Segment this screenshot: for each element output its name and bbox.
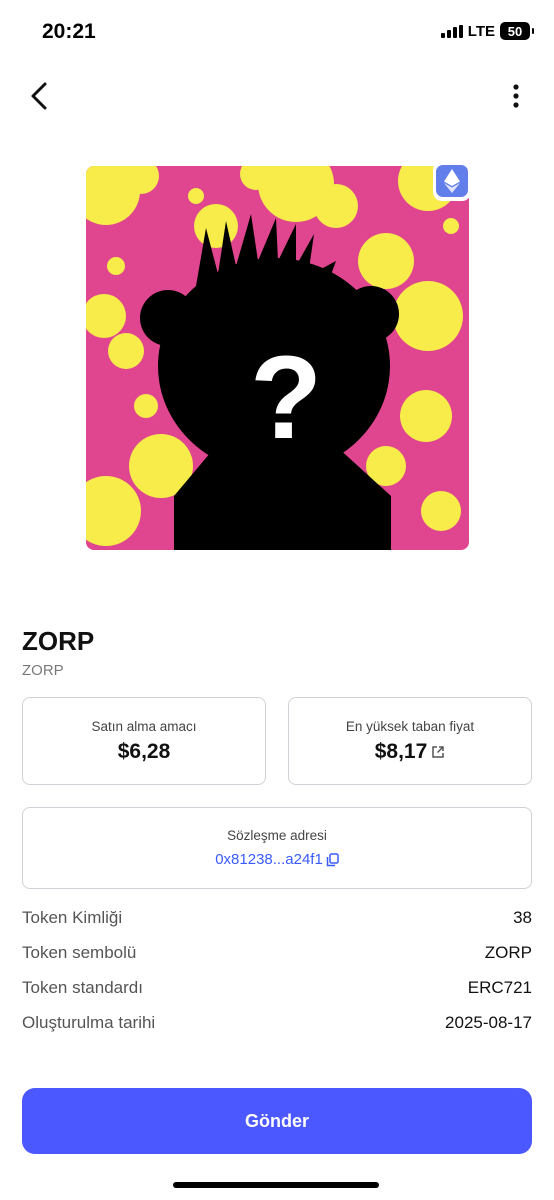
floor-label: En yüksek taban fiyat [345,718,475,734]
copy-icon[interactable] [326,852,339,867]
detail-row-created-date: Oluşturulma tarihi 2025-08-17 [22,1013,532,1033]
status-indicators: LTE 50 [440,22,534,40]
token-title: ZORP [22,626,95,656]
purchase-label: Satın alma amacı [91,718,197,734]
send-button[interactable]: Gönder [22,1088,532,1154]
status-bar: 20:21 LTE 50 [0,0,554,66]
ethereum-icon [436,165,468,197]
chevron-left-icon [31,82,47,110]
back-button[interactable] [24,80,56,112]
contract-address[interactable]: 0x81238...a24f1 [215,851,339,868]
question-mark: ? [250,332,322,464]
contract-card: Sözleşme adresi 0x81238...a24f1 [22,807,532,889]
battery-icon: 50 [500,22,534,40]
detail-row-token-id: Token Kimliği 38 [22,908,532,928]
home-indicator [173,1182,379,1188]
status-time: 20:21 [42,20,96,43]
more-vertical-icon [513,84,519,108]
detail-value: ZORP [484,943,532,962]
detail-label: Token standardı [22,978,143,997]
nft-image[interactable]: ? [86,166,469,550]
contract-label: Sözleşme adresi [227,828,327,843]
network-type: LTE [467,22,495,40]
detail-value: 2025-08-17 [445,1013,532,1032]
nft-artwork: ? [86,166,469,550]
external-link-icon[interactable] [431,745,445,759]
token-subtitle: ZORP [22,662,64,679]
more-options-button[interactable] [504,82,528,112]
contract-address-text: 0x81238...a24f1 [215,851,323,868]
purchase-value: $6,28 [117,739,171,763]
detail-label: Oluşturulma tarihi [22,1013,156,1032]
detail-label: Token sembolü [22,943,137,962]
detail-label: Token Kimliği [22,908,123,927]
floor-value: $8,17 [374,739,428,763]
detail-row-token-standard: Token standardı ERC721 [22,978,532,998]
detail-value: ERC721 [467,978,532,997]
floor-price-card[interactable]: En yüksek taban fiyat $8,17 [288,697,532,785]
detail-value: 38 [513,908,532,927]
signal-icon [440,24,463,38]
detail-row-token-symbol: Token sembolü ZORP [22,943,532,963]
purchase-card: Satın alma amacı $6,28 [22,697,266,785]
chain-badge [433,161,471,201]
